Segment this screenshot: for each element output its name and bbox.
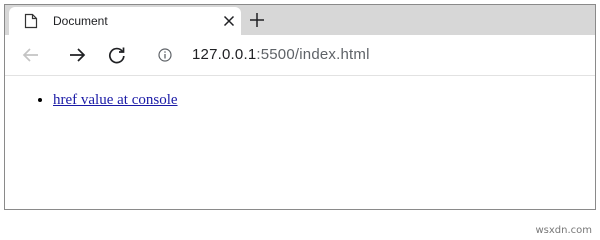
plus-icon[interactable] [249, 12, 265, 28]
address-bar[interactable]: 127.0.0.1:5500/index.html [145, 39, 585, 71]
arrow-left-icon[interactable] [21, 45, 41, 65]
info-icon[interactable] [158, 48, 172, 62]
page-content: href value at console [5, 76, 595, 209]
reload-icon[interactable] [107, 45, 127, 65]
url-text: 127.0.0.1:5500/index.html [192, 46, 370, 63]
browser-window: Document 127.0.0.1:5500/index.html • hre… [4, 4, 596, 210]
link-list: href value at console [5, 92, 178, 109]
watermark: wsxdn.com [535, 225, 592, 236]
url-host: 127.0.0.1 [192, 46, 257, 63]
document-icon [24, 13, 38, 29]
href-link[interactable]: href value at console [53, 92, 178, 108]
arrow-right-icon[interactable] [67, 45, 87, 65]
url-path: :5500/index.html [256, 46, 370, 63]
list-item: href value at console [53, 92, 178, 109]
browser-toolbar: 127.0.0.1:5500/index.html [5, 35, 595, 76]
tab-title: Document [53, 14, 108, 28]
tab-strip: Document [5, 5, 595, 35]
tab-document[interactable]: Document [9, 7, 241, 35]
close-icon[interactable] [222, 14, 236, 28]
